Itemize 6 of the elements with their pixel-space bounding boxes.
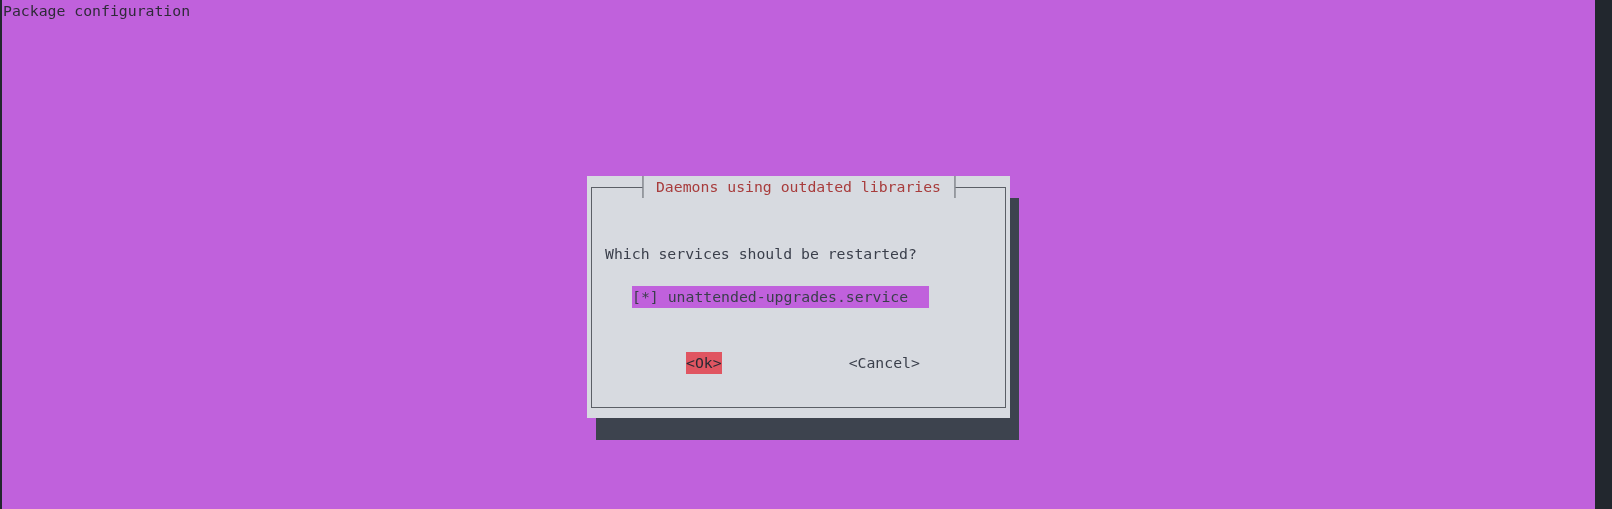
screen-title: Package configuration (2, 1, 191, 21)
question-text: Which services should be restarted? (604, 244, 917, 264)
ok-button[interactable]: <Ok> (686, 352, 722, 374)
cancel-button[interactable]: <Cancel> (848, 352, 920, 374)
checklist-item[interactable]: [*] unattended-upgrades.service (632, 286, 929, 308)
dialog-title: Daemons using outdated libraries (641, 176, 956, 198)
